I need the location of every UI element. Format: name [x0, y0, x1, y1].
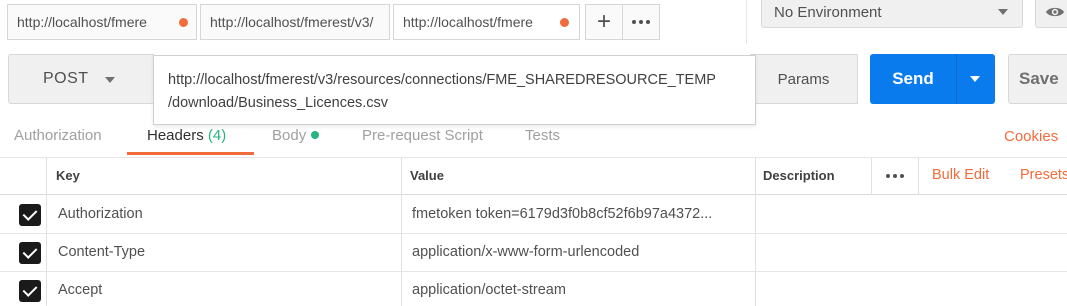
tab-title: http://localhost/fmere	[403, 14, 533, 30]
tab-body[interactable]: Body	[272, 127, 320, 144]
column-key-header: Key	[56, 168, 80, 183]
tab-title: http://localhost/fmere	[17, 14, 147, 30]
url-text-line-2: /download/Business_Licences.csv	[168, 95, 389, 111]
environment-selected-label: No Environment	[774, 3, 882, 21]
table-header-row: Key Value Description Bulk Edit Presets	[0, 158, 1067, 195]
column-divider	[871, 158, 872, 195]
header-key-cell[interactable]: Content-Type	[58, 244, 145, 260]
params-button[interactable]: Params	[750, 54, 858, 104]
presets-link[interactable]: Presets	[1020, 167, 1067, 183]
column-value-header: Value	[410, 168, 444, 183]
params-label: Params	[777, 70, 830, 88]
request-tab-1[interactable]: http://localhost/fmere	[7, 4, 197, 40]
environment-quick-look-button[interactable]	[1035, 0, 1067, 28]
bulk-edit-link[interactable]: Bulk Edit	[932, 167, 989, 183]
tab-title: http://localhost/fmerest/v3/	[210, 14, 374, 30]
tab-authorization[interactable]: Authorization	[14, 127, 102, 144]
request-tab-2[interactable]: http://localhost/fmerest/v3/	[200, 4, 390, 40]
request-tab-strip: http://localhost/fmere http://localhost/…	[0, 0, 746, 44]
chevron-down-icon[interactable]	[970, 76, 980, 82]
column-divider	[918, 158, 919, 195]
send-label: Send	[892, 69, 934, 88]
save-label: Save	[1019, 69, 1059, 88]
chevron-down-icon	[105, 77, 115, 83]
row-enabled-checkbox[interactable]	[19, 280, 41, 302]
request-tab-3[interactable]: http://localhost/fmere	[393, 4, 580, 40]
environment-dropdown[interactable]: No Environment	[761, 0, 1023, 28]
tab-actions-button[interactable]	[622, 4, 660, 40]
unsaved-dot-icon	[179, 18, 188, 27]
tab-prerequest-script[interactable]: Pre-request Script	[362, 127, 483, 144]
cookies-link[interactable]: Cookies	[1004, 128, 1058, 145]
tab-body-label: Body	[272, 127, 307, 144]
url-input[interactable]: http://localhost/fmerest/v3/resources/co…	[153, 55, 756, 125]
header-key-cell[interactable]: Accept	[58, 282, 102, 298]
save-button[interactable]: Save	[1008, 54, 1067, 104]
header-value-cell[interactable]: fmetoken token=6179d3f0b8cf52f6b97a4372.…	[412, 206, 712, 222]
table-row: Content-Type application/x-www-form-urle…	[0, 234, 1067, 272]
header-key-cell[interactable]: Authorization	[58, 206, 143, 222]
request-subtabs: Authorization Headers (4) Body Pre-reque…	[0, 120, 1067, 156]
headers-table: Key Value Description Bulk Edit Presets …	[0, 157, 1067, 306]
headers-count-badge: (4)	[207, 127, 227, 144]
table-row: Authorization fmetoken token=6179d3f0b8c…	[0, 196, 1067, 234]
header-value-cell[interactable]: application/x-www-form-urlencoded	[412, 244, 639, 260]
row-enabled-checkbox[interactable]	[19, 242, 41, 264]
header-value-cell[interactable]: application/octet-stream	[412, 282, 566, 298]
url-text-line-1: http://localhost/fmerest/v3/resources/co…	[168, 72, 716, 88]
plus-icon: +	[596, 8, 611, 35]
chevron-down-icon	[998, 9, 1008, 15]
tab-headers[interactable]: Headers (4)	[147, 127, 226, 144]
ellipsis-icon[interactable]	[886, 174, 904, 178]
new-tab-button[interactable]: +	[585, 4, 623, 40]
ellipsis-icon	[632, 20, 650, 24]
method-dropdown[interactable]: POST	[8, 54, 154, 104]
body-indicator-dot-icon	[311, 131, 320, 139]
table-row: Accept application/octet-stream	[0, 272, 1067, 306]
environment-bar: No Environment	[746, 0, 1067, 44]
tab-headers-label: Headers	[147, 127, 204, 144]
active-tab-underline	[127, 152, 254, 155]
eye-icon	[1046, 7, 1064, 17]
method-label: POST	[43, 70, 89, 87]
tab-tests[interactable]: Tests	[525, 127, 560, 144]
send-divider	[956, 54, 957, 104]
send-button[interactable]: Send	[870, 54, 995, 104]
unsaved-dot-icon	[560, 18, 569, 27]
row-enabled-checkbox[interactable]	[19, 204, 41, 226]
column-description-header: Description	[763, 168, 835, 183]
